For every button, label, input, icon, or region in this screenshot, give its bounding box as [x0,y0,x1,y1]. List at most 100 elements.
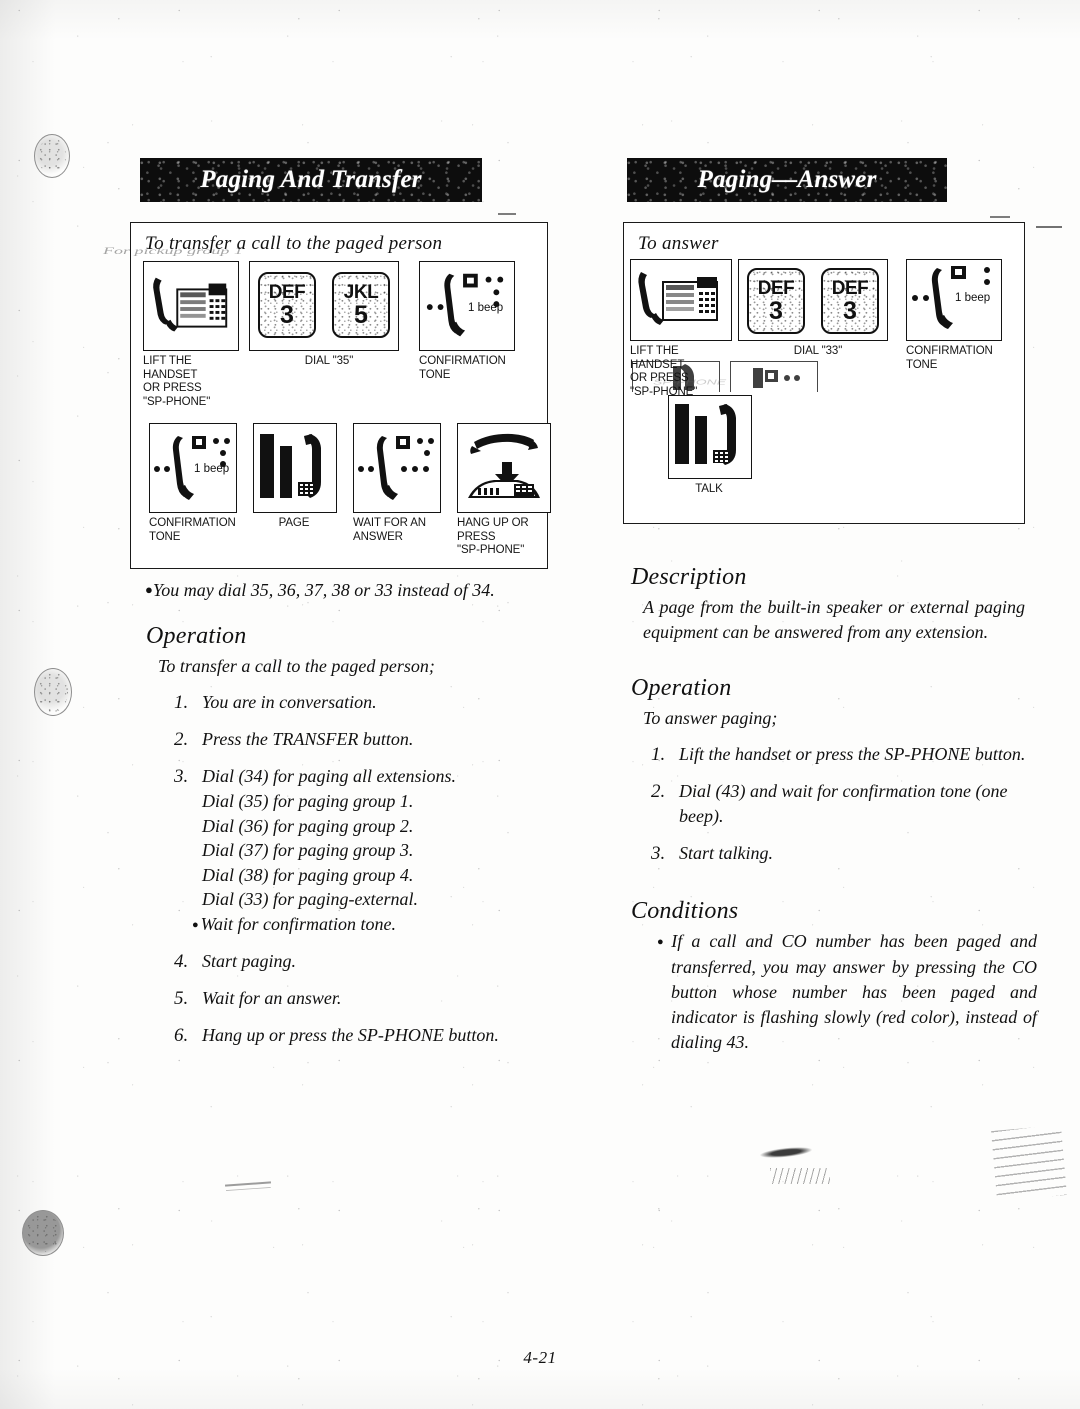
step-text: Start paging. [202,951,297,971]
scanned-page: Paging And Transfer For pickup group 1 T… [0,0,1080,1409]
condition-item: If a call and CO number has been paged a… [657,929,1037,1055]
desk-phone-lifted-handset-icon [638,272,718,325]
step-caption: WAIT FOR AN ANSWER [353,517,427,543]
step-confirmation-tone-2: 1 beep CONFIRMATION TONE [149,423,237,544]
talk-handset-icon [260,434,321,498]
operation-step: 3. Start talking. [651,841,1045,866]
talk-handset-icon [675,404,736,465]
keycap-digit: 5 [354,300,368,329]
section-lead: To transfer a call to the paged person; [158,656,435,676]
step-frame: DEF 3 DEF 3 [738,259,888,341]
step-caption: TALK [695,483,723,495]
step-wait-for-answer: WAIT FOR AN ANSWER [353,423,441,544]
step-number: 1. [651,744,666,765]
handset-tone-icon [753,368,800,388]
step-number: 2. [174,729,189,750]
bleed-through-text: For pickup group 1 [103,245,243,256]
hole-punch-mark [34,134,70,178]
step-frame [353,423,441,513]
keycap-jkl-5: JKL 5 [332,272,390,338]
scan-artifact [224,1181,272,1187]
step-number: 3. [174,766,189,787]
section-operation-right: Operation To answer paging; 1. Lift the … [615,675,1045,866]
conditions-list: If a call and CO number has been paged a… [615,929,1045,1055]
section-heading: Operation [631,675,732,701]
step-caption: LIFT THE HANDSET OR PRESS "SP-PHONE" [143,355,211,408]
illustration-paging-answer: To answer LIFT THE HANDSET OR PRESS "SP-… [623,222,1025,524]
step-frame [630,259,732,341]
step-confirmation-tone: 1 beep CONFIRMATION TONE [419,261,515,382]
step-confirmation-tone: 1 beep CONFIRMATION TONE [906,259,1006,372]
section-banner-paging-answer: Paging—Answer [627,158,947,202]
scan-artifact [770,1168,830,1184]
step-text: Press the TRANSFER button. [202,729,414,749]
operation-step: 4. Start paging. [174,949,560,974]
hole-punch-mark [34,668,72,716]
step-frame [457,423,551,513]
dial-option: Dial (37) for paging group 3. [202,840,414,860]
step-number: 6. [174,1025,189,1046]
page-number: 4-21 [523,1348,557,1367]
keycap-digit: 3 [843,296,857,325]
step-hang-up: HANG UP OR PRESS "SP-PHONE" [457,423,551,558]
step-caption: CONFIRMATION TONE [906,345,993,371]
scan-artifact [759,1145,813,1160]
section-lead: To answer paging; [643,708,778,728]
keycap-def-3: DEF 3 [747,268,805,334]
step-frame [253,423,337,513]
step-frame [143,261,239,351]
step-talk: TALK [668,395,760,497]
step-frame [668,395,752,479]
right-column: Paging—Answer To answer LIFT THE HANDSET… [615,158,1045,1055]
operation-step: 1. You are in conversation. [174,690,560,715]
ghost-caption: SP-PHONE [653,378,727,386]
keycap-letters: DEF [268,281,306,303]
talk-handset-icon [673,364,694,390]
step-text: You are in conversation. [202,692,377,712]
operation-step: 2. Press the TRANSFER button. [174,727,560,752]
banner-title: Paging—Answer [697,166,877,193]
illustration-note: ●You may dial 35, 36, 37, 38 or 33 inste… [131,567,547,612]
operation-step: 1. Lift the handset or press the SP-PHON… [651,742,1053,767]
dial-option: Dial (36) for paging group 2. [202,815,414,836]
step-page: PAGE [253,423,337,531]
handset-waiting-icon [358,436,434,500]
operation-step: 2. Dial (43) and wait for confirmation t… [651,779,1053,829]
operation-step-list: 1. You are in conversation. 2. Press the… [130,690,560,1048]
step-dial-33: DEF 3 DEF 3 DIAL "33" [738,259,898,359]
illustration-note-text: You may dial 35, 36, 37, 38 or 33 instea… [152,579,495,600]
hole-punch-mark [22,1210,64,1256]
step-number: 4. [174,951,189,972]
step-caption: CONFIRMATION TONE [419,355,506,381]
section-conditions: Conditions If a call and CO number has b… [615,898,1045,1055]
step-frame: 1 beep [419,261,515,351]
dial-option: Dial (35) for paging group 1. [202,791,414,811]
left-column: Paging And Transfer For pickup group 1 T… [103,158,560,1048]
step-frame: DEF 3 JKL 5 [249,261,399,351]
step-number: 3. [651,843,666,864]
step-caption: DIAL "33" [793,345,843,357]
keycap-letters: DEF [757,277,795,299]
step-dial-35: DEF 3 JKL 5 DIAL "35" [249,261,409,369]
dial-option: Dial (33) for paging-external. [202,889,418,909]
operation-step: 6. Hang up or press the SP-PHONE button. [174,1023,560,1048]
step-text: Hang up or press the SP-PHONE button. [202,1025,499,1045]
step-frame: 1 beep [906,259,1002,341]
illustration-title: To answer [638,233,719,254]
step-text: Start talking. [679,843,773,863]
dial-option-note: Wait for confirmation tone. [201,912,560,938]
banner-title: Paging And Transfer [200,166,422,193]
step-number: 1. [174,692,189,713]
section-heading: Description [631,564,747,590]
keycap-digit: 3 [280,300,294,329]
operation-step: 5. Wait for an answer. [174,986,560,1011]
step-text: Wait for an answer. [202,988,342,1008]
beep-label: 1 beep [955,292,991,304]
keycap-digit: 3 [769,296,783,325]
step-text: Dial (43) and wait for confirmation tone… [679,781,1008,826]
section-banner-paging-and-transfer: Paging And Transfer [140,158,482,202]
ghost-duplicate-frames: SP-PHONE [632,361,818,392]
description-text: A page from the built-in speaker or exte… [643,597,1025,642]
section-description: Description A page from the built-in spe… [615,564,1045,645]
illustration-step-row: LIFT THE HANDSET OR PRESS "SP-PHONE" DEF 3… [131,255,547,409]
